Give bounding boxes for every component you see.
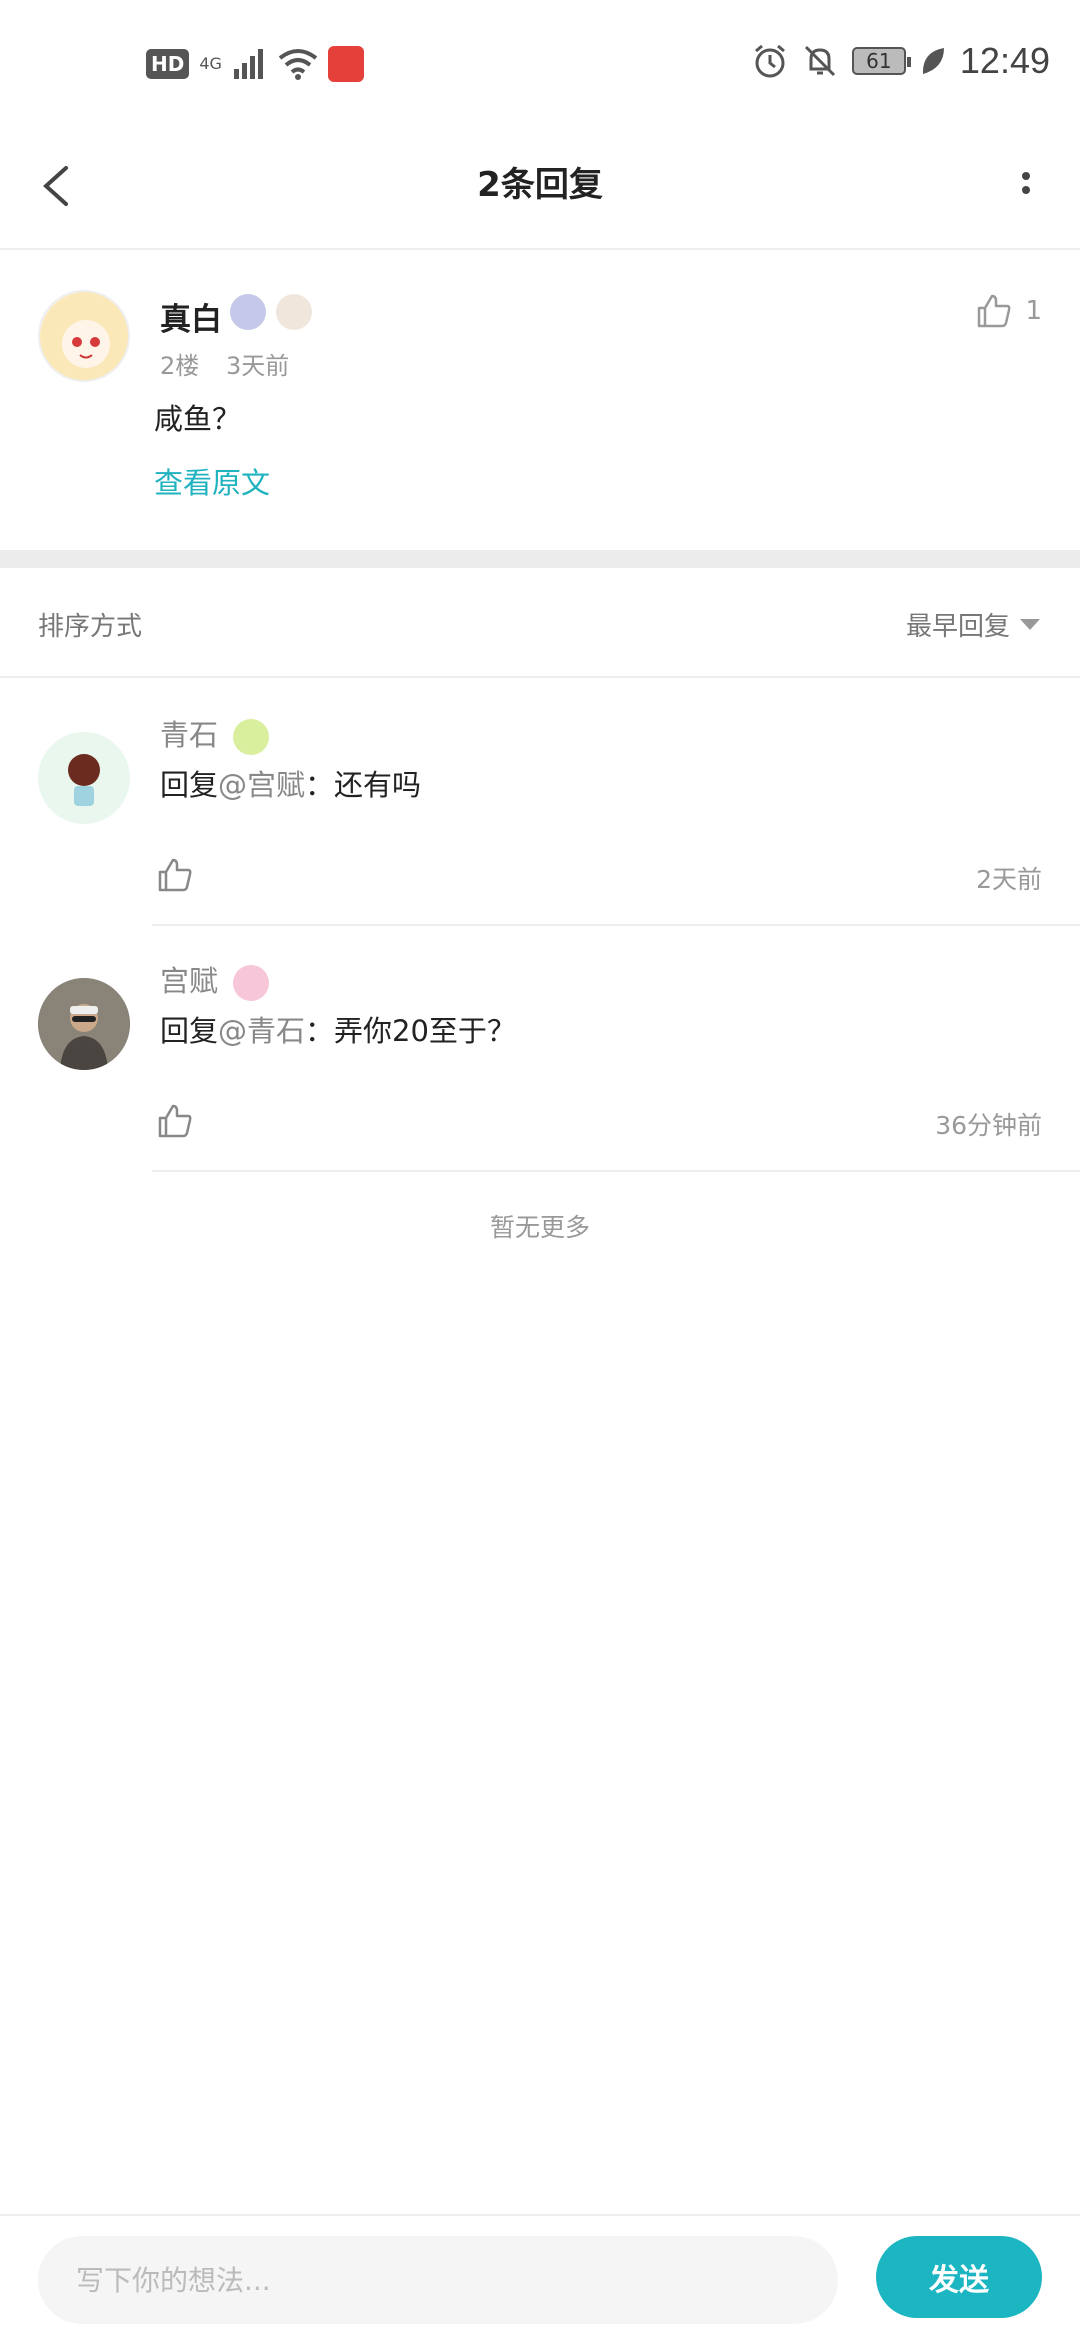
hd-badge: HD (146, 49, 190, 79)
reply-username-text: 青石 (160, 718, 219, 752)
thumbs-up-icon (978, 294, 1011, 328)
like-button[interactable] (156, 856, 194, 898)
comment-time: 3天前 (226, 352, 290, 380)
reply-body: ：还有吗 (305, 768, 422, 802)
level-badge-icon (233, 965, 270, 1001)
mention-link[interactable]: @宫赋 (218, 768, 305, 802)
status-right: 61 12:49 (752, 40, 1050, 82)
clock: 12:49 (959, 40, 1050, 81)
thumbs-up-icon (158, 1104, 192, 1138)
comment-content: 咸鱼？ (154, 402, 242, 436)
level-badge-icon (230, 294, 266, 330)
reply-username[interactable]: 青石 (160, 712, 270, 755)
reply-time: 2天前 (976, 865, 1042, 894)
reply-text: 回复@青石：弄你20至于？ (160, 1008, 516, 1050)
sort-label: 排序方式 (38, 612, 143, 642)
leaf-icon (922, 48, 944, 74)
bottom-input-bar: 发送 (0, 2214, 1080, 2340)
mascot-badge-icon (276, 294, 312, 330)
wifi-icon (278, 49, 318, 80)
reply-username-text: 宫赋 (160, 964, 219, 998)
avatar-image (38, 978, 130, 1070)
network-type: 4G (199, 54, 222, 73)
thumbs-up-icon (158, 858, 192, 892)
dropdown-arrow-icon (1020, 619, 1040, 630)
divider (152, 1170, 1080, 1172)
reply-prefix: 回复 (160, 1014, 219, 1048)
reply-prefix: 回复 (160, 768, 219, 802)
reply-item: 宫赋 回复@青石：弄你20至于？ 36分钟前 (0, 926, 1080, 1172)
avatar-image (40, 292, 128, 380)
comment-input[interactable] (38, 2236, 838, 2324)
reply-username[interactable]: 宫赋 (160, 958, 270, 1001)
mention-link[interactable]: @青石 (218, 1014, 305, 1048)
sort-selected: 最早回复 (905, 612, 1010, 642)
reply-body: ：弄你20至于？ (305, 1014, 516, 1048)
avatar[interactable] (38, 978, 130, 1070)
like-button[interactable]: 1 (975, 292, 1042, 330)
signal-icon (233, 49, 263, 79)
send-button[interactable]: 发送 (876, 2236, 1042, 2318)
status-bar: HD 4G 61 12:49 (0, 0, 1080, 130)
avatar[interactable] (38, 290, 130, 382)
battery-indicator: 61 (851, 47, 911, 75)
sort-row: 排序方式 最早回复 (0, 568, 1080, 678)
floor-number: 2楼 (160, 352, 200, 380)
like-count: 1 (1025, 296, 1042, 326)
section-divider (0, 550, 1080, 568)
reply-item: 青石 回复@宫赋：还有吗 2天前 (0, 680, 1080, 926)
username[interactable]: 真白 (160, 294, 222, 339)
view-original-link[interactable]: 查看原文 (154, 460, 270, 502)
alarm-icon (754, 44, 785, 78)
reply-time: 36分钟前 (935, 1111, 1042, 1140)
sort-dropdown[interactable]: 最早回复 (906, 606, 1040, 643)
page-title: 2条回复 (477, 165, 603, 205)
avatar-image (38, 732, 130, 824)
mute-bell-icon (804, 45, 835, 77)
main-comment: 真白 2楼 3天前 咸鱼？ 查看原文 1 (0, 250, 1080, 550)
reply-text: 回复@宫赋：还有吗 (160, 762, 421, 804)
avatar[interactable] (38, 732, 130, 824)
like-button[interactable] (156, 1102, 194, 1144)
app-header: 2条回复 (0, 130, 1080, 250)
no-more-text: 暂无更多 (489, 1213, 590, 1242)
more-vertical-icon (1022, 172, 1030, 194)
avatar-badge-icon (233, 719, 270, 755)
status-left: HD 4G (146, 46, 364, 82)
more-button[interactable] (996, 156, 1056, 216)
app-store-icon (327, 46, 364, 82)
